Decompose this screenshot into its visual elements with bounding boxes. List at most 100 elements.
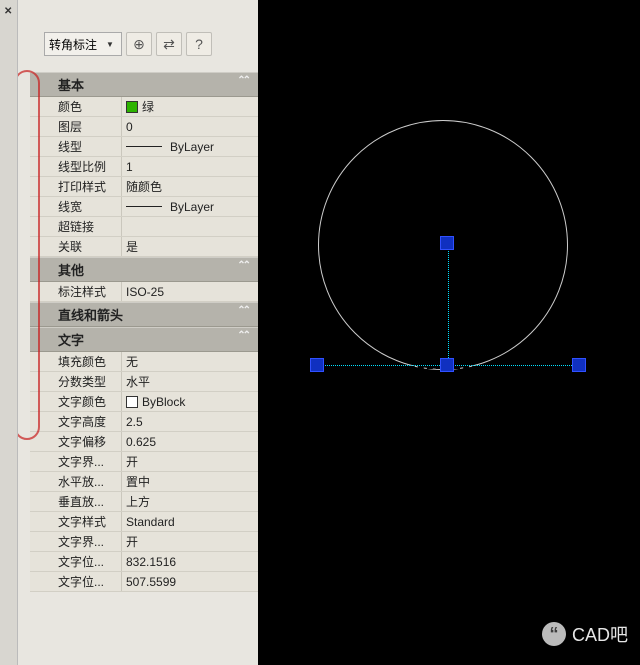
property-label: 文字界... xyxy=(30,532,122,551)
property-value[interactable]: 832.1516 xyxy=(122,552,258,571)
property-label: 颜色 xyxy=(30,97,122,116)
properties-list: 基本 ⌃⌃ 颜色绿图层0线型ByLayer线型比例1打印样式随颜色线宽ByLay… xyxy=(30,72,258,662)
property-label: 超链接 xyxy=(30,217,122,236)
property-row[interactable]: 文字颜色 ByBlock xyxy=(30,392,258,412)
property-label: 文字颜色 xyxy=(30,392,122,411)
property-row[interactable]: 文字位...832.1516 xyxy=(30,552,258,572)
property-value[interactable]: 随颜色 xyxy=(122,177,258,196)
property-value-text: 0.625 xyxy=(126,435,156,449)
property-row[interactable]: 标注样式ISO-25 xyxy=(30,282,258,302)
property-value[interactable]: 置中 xyxy=(122,472,258,491)
color-swatch-icon xyxy=(126,396,138,408)
property-row[interactable]: 文字偏移 0.625 xyxy=(30,432,258,452)
property-value-text: ByBlock xyxy=(142,395,185,409)
property-row[interactable]: 文字界...开 xyxy=(30,452,258,472)
property-value[interactable]: 2.5 xyxy=(122,412,258,431)
property-row[interactable]: 关联是 xyxy=(30,237,258,257)
collapse-icon: ⌃⌃ xyxy=(237,75,248,86)
property-value-text: 832.1516 xyxy=(126,555,176,569)
property-value-text: ISO-25 xyxy=(126,285,164,299)
property-row[interactable]: 打印样式随颜色 xyxy=(30,177,258,197)
property-row[interactable]: 文字样式Standard xyxy=(30,512,258,532)
property-value[interactable]: 水平 xyxy=(122,372,258,391)
property-value[interactable]: 1 xyxy=(122,157,258,176)
object-type-dropdown[interactable]: 转角标注 ▼ xyxy=(44,32,122,56)
grip-center[interactable] xyxy=(440,358,454,372)
property-label: 填充颜色 xyxy=(30,352,122,371)
section-lines-header[interactable]: 直线和箭头 ⌃⌃ xyxy=(30,302,258,327)
grip-right[interactable] xyxy=(572,358,586,372)
property-value[interactable]: 0.625 xyxy=(122,432,258,451)
property-value[interactable]: ByLayer xyxy=(122,137,258,156)
property-row[interactable]: 线型ByLayer xyxy=(30,137,258,157)
section-text-title: 文字 xyxy=(58,333,84,348)
property-row[interactable]: 分数类型水平 xyxy=(30,372,258,392)
close-icon[interactable]: ✕ xyxy=(4,6,12,17)
property-row[interactable]: 图层0 xyxy=(30,117,258,137)
property-row[interactable]: 水平放...置中 xyxy=(30,472,258,492)
watermark: CAD吧 xyxy=(542,621,628,647)
property-label: 文字位... xyxy=(30,572,122,591)
property-value-text: 上方 xyxy=(126,493,150,510)
property-value-text: 开 xyxy=(126,453,138,470)
property-value-text: 2.5 xyxy=(126,415,143,429)
grip-mid[interactable] xyxy=(440,236,454,250)
property-row[interactable]: 线型比例1 xyxy=(30,157,258,177)
drawing-canvas[interactable]: CAD吧 xyxy=(258,0,640,665)
property-value-text: 随颜色 xyxy=(126,178,162,195)
property-row[interactable]: 文字位... 507.5599 xyxy=(30,572,258,592)
property-label: 分数类型 xyxy=(30,372,122,391)
property-value[interactable]: 开 xyxy=(122,452,258,471)
collapse-icon: ⌃⌃ xyxy=(237,305,248,316)
properties-panel: ✕ 转角标注 ▼ ⊕ ⇄ ? 基本 ⌃⌃ 颜色 绿图层0线型ByLayer线型比例… xyxy=(0,0,258,665)
section-basic-header[interactable]: 基本 ⌃⌃ xyxy=(30,72,258,97)
property-value[interactable]: 上方 xyxy=(122,492,258,511)
linetype-preview-icon xyxy=(126,206,162,207)
property-value[interactable]: 绿 xyxy=(122,97,258,116)
property-value[interactable]: 无 xyxy=(122,352,258,371)
panel-grip-strip[interactable]: ✕ xyxy=(0,0,18,665)
property-value-text: ByLayer xyxy=(170,140,214,154)
property-row[interactable]: 颜色 绿 xyxy=(30,97,258,117)
property-label: 文字高度 xyxy=(30,412,122,431)
property-label: 文字界... xyxy=(30,452,122,471)
property-value[interactable]: 0 xyxy=(122,117,258,136)
pick-new-button[interactable]: ⇄ xyxy=(156,32,182,56)
property-label: 线宽 xyxy=(30,197,122,216)
section-lines-title: 直线和箭头 xyxy=(58,308,123,323)
property-label: 文字偏移 xyxy=(30,432,122,451)
property-value-text: 无 xyxy=(126,353,138,370)
section-text-header[interactable]: 文字 ⌃⌃ xyxy=(30,327,258,352)
quick-select-button[interactable]: ⊕ xyxy=(126,32,152,56)
property-value[interactable]: ISO-25 xyxy=(122,282,258,301)
panel-toolbar: 转角标注 ▼ ⊕ ⇄ ? xyxy=(40,30,258,58)
property-row[interactable]: 垂直放...上方 xyxy=(30,492,258,512)
property-row[interactable]: 线宽ByLayer xyxy=(30,197,258,217)
dimension-extension[interactable] xyxy=(448,240,452,368)
property-value[interactable]: 是 xyxy=(122,237,258,256)
property-value[interactable]: ByLayer xyxy=(122,197,258,216)
property-label: 水平放... xyxy=(30,472,122,491)
grip-left[interactable] xyxy=(310,358,324,372)
property-row[interactable]: 填充颜色无 xyxy=(30,352,258,372)
property-label: 图层 xyxy=(30,117,122,136)
property-row[interactable]: 文字高度 2.5 xyxy=(30,412,258,432)
property-value[interactable]: 开 xyxy=(122,532,258,551)
property-value[interactable] xyxy=(122,217,258,236)
property-value-text: 1 xyxy=(126,160,133,174)
property-value-text: Standard xyxy=(126,515,175,529)
property-value[interactable]: ByBlock xyxy=(122,392,258,411)
property-value-text: 绿 xyxy=(142,98,154,115)
property-value[interactable]: 507.5599 xyxy=(122,572,258,591)
chevron-down-icon: ▼ xyxy=(103,37,117,51)
property-value[interactable]: Standard xyxy=(122,512,258,531)
property-row[interactable]: 文字界...开 xyxy=(30,532,258,552)
section-other-header[interactable]: 其他 ⌃⌃ xyxy=(30,257,258,282)
property-value-text: 507.5599 xyxy=(126,575,176,589)
property-label: 打印样式 xyxy=(30,177,122,196)
filter-button[interactable]: ? xyxy=(186,32,212,56)
property-row[interactable]: 超链接 xyxy=(30,217,258,237)
property-value-text: 置中 xyxy=(126,473,150,490)
property-value-text: 水平 xyxy=(126,373,150,390)
property-label: 垂直放... xyxy=(30,492,122,511)
